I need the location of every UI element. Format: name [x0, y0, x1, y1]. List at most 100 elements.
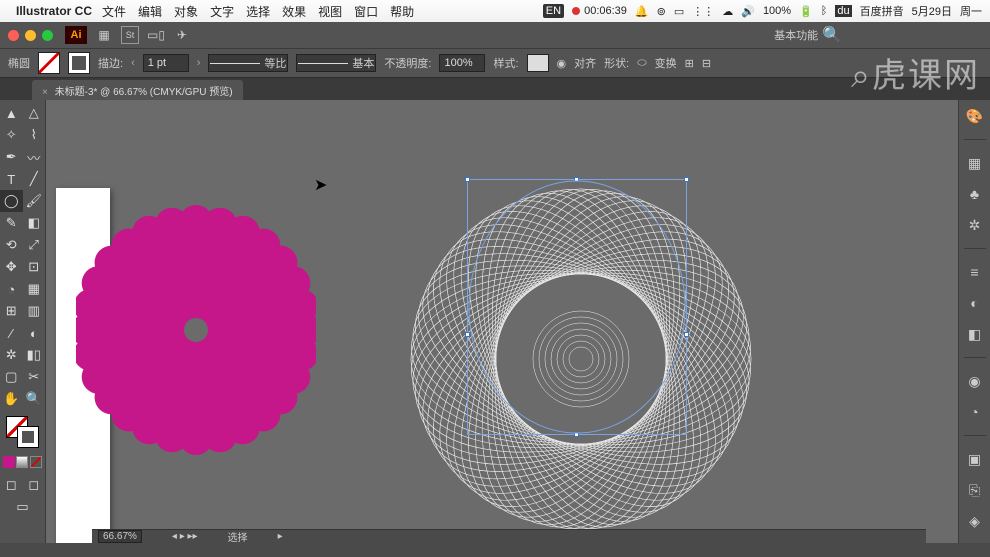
bridge-icon[interactable]: ▦ — [95, 26, 113, 44]
gradient-panel-icon[interactable]: ◐ — [965, 293, 985, 313]
artboards-panel-icon[interactable]: ◈ — [965, 511, 985, 531]
none-mode[interactable] — [30, 456, 42, 468]
minimize-button[interactable] — [25, 30, 36, 41]
nav-arrows[interactable]: ◂ ▸ ▸▸ — [172, 531, 198, 542]
free-transform-tool[interactable]: ⊡ — [23, 256, 46, 278]
arrange-icon[interactable]: ▭▯ — [147, 26, 165, 44]
eyedropper-tool[interactable]: ⁄ — [0, 322, 23, 344]
shape-label[interactable]: 形状: — [604, 55, 629, 71]
slice-tool[interactable]: ✂ — [23, 366, 46, 388]
draw-behind[interactable]: ◻ — [23, 474, 46, 496]
display-icon[interactable]: ▭ — [674, 5, 684, 18]
sync-icon[interactable]: ⊚ — [657, 5, 666, 18]
layers-panel-icon[interactable]: ▣ — [965, 449, 985, 469]
column-graph-tool[interactable]: ▮▯ — [23, 344, 46, 366]
doc-tab[interactable]: × 未标题-3* @ 66.67% (CMYK/GPU 预览) — [32, 80, 243, 100]
zoom-level[interactable]: 66.67% — [98, 530, 142, 543]
recolor-icon[interactable]: ◉ — [557, 57, 567, 70]
direct-selection-tool[interactable]: △ — [23, 102, 46, 124]
rotate-tool[interactable]: ⟲ — [0, 234, 23, 256]
menu-edit[interactable]: 编辑 — [138, 3, 162, 20]
blend-tool[interactable]: ◐ — [23, 322, 46, 344]
status-ime[interactable]: 百度拼音 — [860, 3, 904, 19]
menu-select[interactable]: 选择 — [246, 3, 270, 20]
app-name[interactable]: Illustrator CC — [16, 4, 92, 18]
zoom-button[interactable] — [42, 30, 53, 41]
graphic-styles-panel-icon[interactable]: ◔ — [965, 402, 985, 422]
color-panel-icon[interactable]: 🎨 — [965, 106, 985, 126]
appearance-panel-icon[interactable]: ◉ — [965, 371, 985, 391]
du-icon[interactable]: du — [835, 5, 851, 17]
gradient-tool[interactable]: ▥ — [23, 300, 46, 322]
menu-view[interactable]: 视图 — [318, 3, 342, 20]
close-button[interactable] — [8, 30, 19, 41]
cc-icon[interactable]: ☁ — [722, 5, 733, 18]
shaper-tool[interactable]: ✎ — [0, 212, 23, 234]
volume-icon[interactable]: 🔊 — [741, 5, 755, 18]
stroke-stepper-down[interactable]: ‹ — [131, 57, 135, 69]
bluetooth-icon[interactable]: ᛒ — [821, 5, 828, 17]
align-key-icon[interactable]: ⊟ — [702, 57, 711, 70]
brush-definition[interactable]: 基本 — [296, 54, 376, 72]
draw-normal[interactable]: ◻ — [0, 474, 23, 496]
symbols-panel-icon[interactable]: ✲ — [965, 215, 985, 235]
wifi-icon[interactable]: ⋮⋮ — [692, 5, 714, 18]
swatches-panel-icon[interactable]: ▦ — [965, 153, 985, 173]
color-mode[interactable] — [3, 456, 15, 468]
stroke-stepper-up[interactable]: › — [197, 57, 201, 69]
fill-stroke-proxy[interactable] — [4, 414, 41, 450]
eraser-tool[interactable]: ◧ — [23, 212, 46, 234]
shape-builder-tool[interactable]: ◔ — [0, 278, 23, 300]
stock-icon[interactable]: St — [121, 26, 139, 44]
brushes-panel-icon[interactable]: ♣ — [965, 184, 985, 204]
lasso-tool[interactable]: ⌇ — [23, 124, 46, 146]
magic-wand-tool[interactable]: ✧ — [0, 124, 23, 146]
screen-mode[interactable]: ▭ — [0, 496, 45, 518]
shape-icon[interactable]: ⬭ — [637, 57, 646, 70]
menu-file[interactable]: 文件 — [102, 3, 126, 20]
search-icon[interactable]: 🔍 — [822, 25, 842, 45]
ellipse-tool[interactable]: ◯ — [0, 190, 23, 212]
stroke-weight-input[interactable] — [143, 54, 189, 72]
hand-tool[interactable]: ✋ — [0, 388, 23, 410]
notification-icon[interactable]: 🔔 — [635, 5, 649, 18]
stroke-panel-icon[interactable]: ≡ — [965, 262, 985, 282]
mesh-tool[interactable]: ⊞ — [0, 300, 23, 322]
menu-effect[interactable]: 效果 — [282, 3, 306, 20]
pen-tool[interactable]: ✒ — [0, 146, 23, 168]
style-swatch[interactable] — [527, 54, 549, 72]
menu-help[interactable]: 帮助 — [390, 3, 414, 20]
width-tool[interactable]: ✥ — [0, 256, 23, 278]
gpu-icon[interactable]: ✈ — [173, 26, 191, 44]
zoom-tool[interactable]: 🔍 — [23, 388, 46, 410]
line-tool[interactable]: ╱ — [23, 168, 46, 190]
symbol-sprayer-tool[interactable]: ✲ — [0, 344, 23, 366]
curvature-tool[interactable]: 〰 — [23, 146, 46, 168]
transform-label[interactable]: 变换 — [655, 55, 677, 71]
canvas[interactable]: ➤ 66.67% ◂ ▸ ▸▸ 选择 ▸ — [46, 100, 958, 543]
status-lang[interactable]: EN — [543, 4, 564, 18]
ai-logo-icon: Ai — [65, 26, 87, 44]
gradient-mode[interactable] — [16, 456, 28, 468]
libraries-panel-icon[interactable]: ⎘ — [965, 480, 985, 500]
fill-swatch[interactable] — [38, 52, 60, 74]
status-arrow[interactable]: ▸ — [278, 531, 283, 542]
menu-window[interactable]: 窗口 — [354, 3, 378, 20]
align-label[interactable]: 对齐 — [574, 55, 596, 71]
scale-tool[interactable]: ⤢ — [23, 234, 46, 256]
selection-tool[interactable]: ▲ — [0, 102, 23, 124]
paintbrush-tool[interactable]: 🖌 — [23, 190, 46, 212]
isolate-icon[interactable]: ⊞ — [685, 57, 694, 70]
opacity-input[interactable] — [439, 54, 485, 72]
stroke-swatch[interactable] — [68, 52, 90, 74]
variable-width-profile[interactable]: 等比 — [208, 54, 288, 72]
artboard-tool[interactable]: ▢ — [0, 366, 23, 388]
menu-type[interactable]: 文字 — [210, 3, 234, 20]
type-tool[interactable]: T — [0, 168, 23, 190]
perspective-grid-tool[interactable]: ▦ — [23, 278, 46, 300]
menu-object[interactable]: 对象 — [174, 3, 198, 20]
workspace-label[interactable]: 基本功能 — [774, 27, 818, 43]
tab-close-icon[interactable]: × — [42, 87, 48, 98]
proxy-stroke[interactable] — [17, 426, 39, 448]
transparency-panel-icon[interactable]: ◧ — [965, 324, 985, 344]
